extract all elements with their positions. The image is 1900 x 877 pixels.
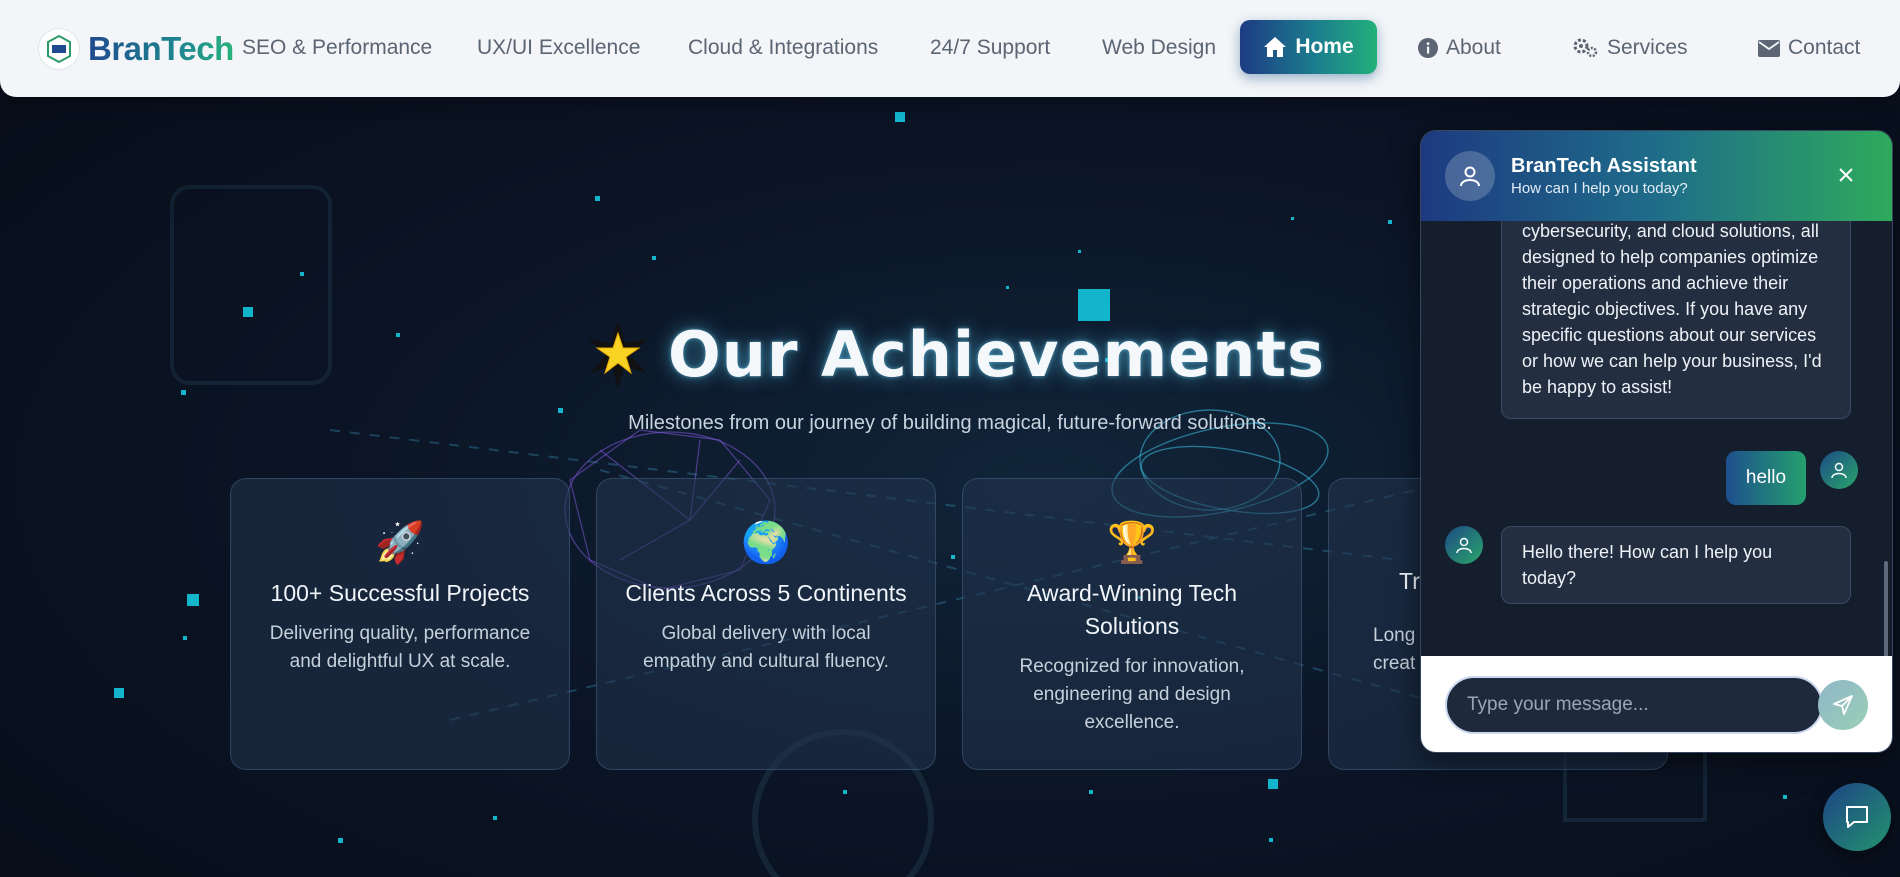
services-label: Services xyxy=(1607,36,1688,59)
contact-label: Contact xyxy=(1788,36,1861,59)
nav-link-about[interactable]: About xyxy=(1418,36,1501,60)
card-description: Global delivery with local empathy and c… xyxy=(643,623,889,672)
home-button[interactable]: Home xyxy=(1240,20,1377,74)
card-description: Recognized for innovation, engineering a… xyxy=(1019,656,1245,733)
gears-icon xyxy=(1573,38,1598,58)
nav-link-web-design[interactable]: Web Design xyxy=(1102,36,1216,60)
card-title: 100+ Successful Projects xyxy=(270,580,530,606)
achievement-card: 🚀 100+ Successful Projects Delivering qu… xyxy=(230,478,570,770)
chat-toggle-button[interactable] xyxy=(1823,783,1891,851)
chat-header: BranTech Assistant How can I help you to… xyxy=(1421,131,1892,221)
brand-logo-icon xyxy=(38,28,80,70)
star-icon xyxy=(588,320,648,389)
user-icon xyxy=(1831,462,1847,479)
send-icon xyxy=(1833,695,1853,715)
section-heading: Our Achievements xyxy=(584,318,1325,391)
bot-avatar xyxy=(1445,526,1483,564)
chat-message-input[interactable] xyxy=(1445,676,1823,734)
chat-bubble-icon xyxy=(1846,806,1868,828)
user-avatar xyxy=(1820,451,1858,489)
nav-link-services[interactable]: Services xyxy=(1573,36,1688,60)
trophy-icon: 🏆 xyxy=(1107,521,1157,565)
achievement-card: 🏆 Award-Winning Tech Solutions Recognize… xyxy=(962,478,1302,770)
home-button-label: Home xyxy=(1295,35,1354,58)
chat-scrollbar[interactable] xyxy=(1884,561,1888,656)
send-button[interactable] xyxy=(1818,680,1868,730)
nav-link-support[interactable]: 24/7 Support xyxy=(930,36,1050,60)
card-title: Award-Winning Tech Solutions xyxy=(1026,580,1238,639)
chat-panel: cybersecurity, and cloud solutions, all … xyxy=(1420,130,1893,753)
chat-title: BranTech Assistant xyxy=(1511,155,1697,177)
brand-logo[interactable]: BranTech xyxy=(38,28,234,70)
about-label: About xyxy=(1446,36,1501,59)
nav-link-uxui[interactable]: UX/UI Excellence xyxy=(477,36,640,60)
chat-messages[interactable]: cybersecurity, and cloud solutions, all … xyxy=(1421,221,1892,656)
nav-link-seo[interactable]: SEO & Performance xyxy=(242,36,432,60)
nav-link-cloud[interactable]: Cloud & Integrations xyxy=(688,36,878,60)
chat-input-bar xyxy=(1421,656,1892,752)
nav-link-contact[interactable]: Contact xyxy=(1758,36,1860,60)
assistant-avatar xyxy=(1445,151,1495,201)
envelope-icon xyxy=(1758,39,1780,57)
globe-icon: 🌍 xyxy=(741,521,791,565)
card-title: Clients Across 5 Continents xyxy=(625,580,907,606)
bot-message: Hello there! How can I help you today? xyxy=(1501,526,1851,604)
achievement-card: 🌍 Clients Across 5 Continents Global del… xyxy=(596,478,936,770)
home-icon xyxy=(1264,37,1287,57)
close-chat-button[interactable] xyxy=(1834,163,1858,187)
card-description: Delivering quality, performance and deli… xyxy=(269,623,531,672)
bot-message: cybersecurity, and cloud solutions, all … xyxy=(1501,221,1851,419)
section-title: Our Achievements xyxy=(668,318,1325,391)
user-message: hello xyxy=(1726,451,1806,505)
chat-subtitle: How can I help you today? xyxy=(1511,180,1688,197)
brand-name: BranTech xyxy=(88,30,234,67)
top-navbar: BranTech SEO & Performance UX/UI Excelle… xyxy=(0,0,1900,97)
user-icon xyxy=(1456,537,1472,554)
rocket-icon: 🚀 xyxy=(375,521,425,565)
info-icon xyxy=(1418,38,1438,58)
close-icon xyxy=(1839,168,1853,182)
user-icon xyxy=(1460,166,1480,187)
